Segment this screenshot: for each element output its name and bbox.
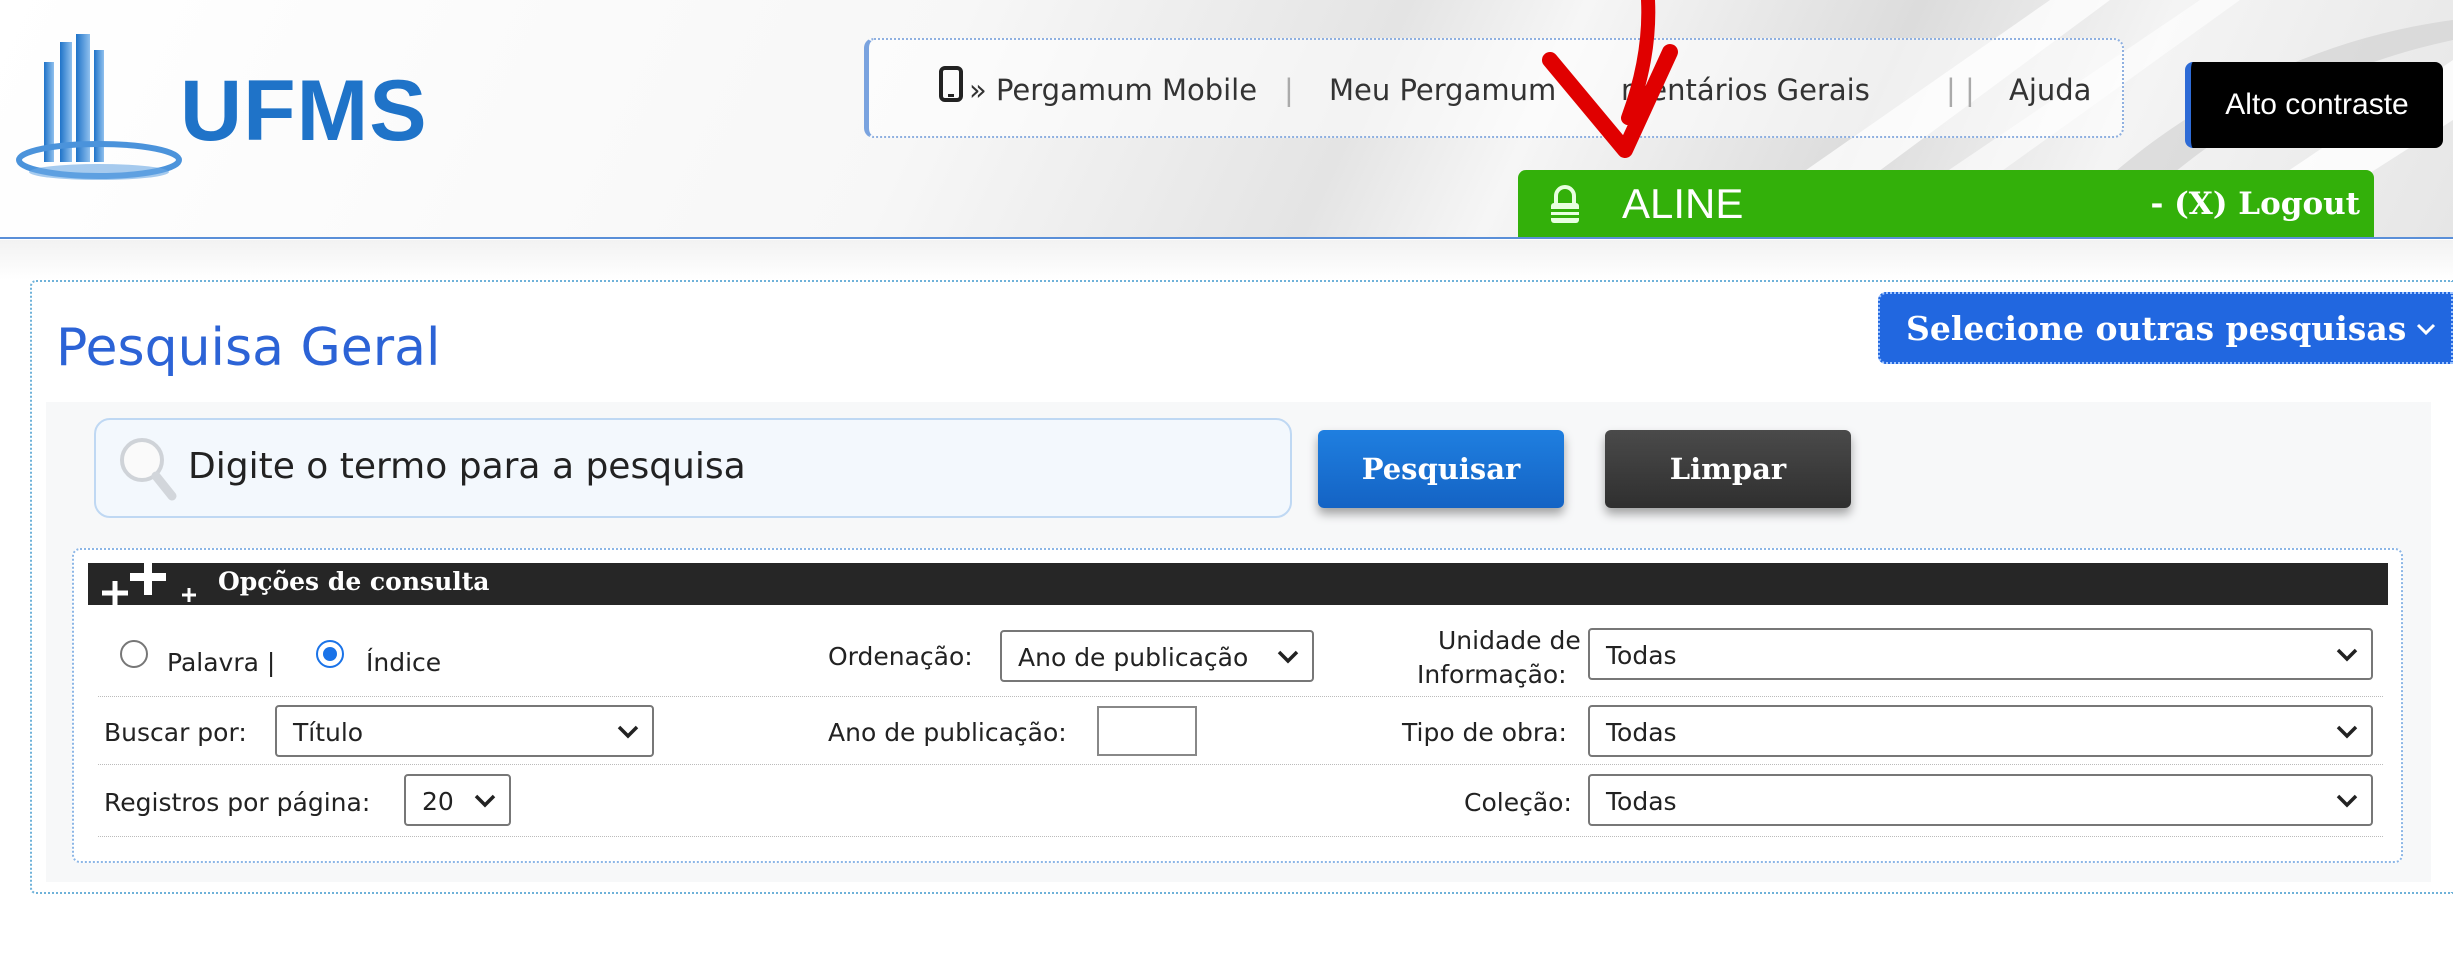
header-shadow [0, 240, 2453, 280]
ordenacao-value: Ano de publicação [1018, 643, 1249, 672]
registros-select[interactable]: 20 [404, 774, 511, 826]
search-placeholder: Digite o termo para a pesquisa [188, 446, 746, 487]
row-divider [98, 764, 2383, 765]
ordenacao-select[interactable]: Ano de publicação [1000, 630, 1314, 682]
chevron-down-icon [1277, 650, 1299, 664]
row-divider [98, 836, 2383, 837]
page-title: Pesquisa Geral [50, 318, 447, 378]
registros-value: 20 [422, 787, 454, 816]
user-session-bar: ALINE - (X) Logout [1518, 170, 2374, 237]
nav-separator: | [1284, 73, 1294, 107]
nav-ajuda[interactable]: Ajuda [2009, 73, 2091, 107]
unidade-label-line1: Unidade de [1438, 626, 1581, 655]
tipo-obra-label: Tipo de obra: [1402, 718, 1567, 747]
query-options-header[interactable]: Opções de consulta [88, 563, 2388, 605]
other-searches-label: Selecione outras pesquisas [1906, 308, 2407, 348]
ano-publicacao-input[interactable] [1097, 706, 1197, 756]
unidade-value: Todas [1606, 641, 1677, 670]
colecao-label: Coleção: [1464, 788, 1572, 817]
chevron-down-icon [617, 725, 639, 739]
tipo-obra-select[interactable]: Todas [1588, 705, 2373, 757]
site-header: UFMS » Pergamum Mobile | Meu Pergamum me… [0, 0, 2453, 239]
search-input[interactable]: Digite o termo para a pesquisa [94, 418, 1292, 518]
ano-publicacao-label: Ano de publicação: [828, 718, 1067, 747]
nav-separator-double: | | [1946, 73, 1975, 107]
radio-palavra-label: Palavra | [167, 648, 276, 677]
mobile-phone-icon [939, 66, 963, 102]
colecao-value: Todas [1606, 787, 1677, 816]
high-contrast-button[interactable]: Alto contraste [2185, 62, 2443, 148]
radio-indice[interactable] [316, 640, 344, 668]
other-searches-dropdown[interactable]: Selecione outras pesquisas [1878, 292, 2453, 364]
row-divider [98, 696, 2383, 697]
colecao-select[interactable]: Todas [1588, 774, 2373, 826]
expand-plus-icon [102, 563, 196, 605]
chevron-down-icon [2336, 725, 2358, 739]
ufms-building-icon [16, 34, 182, 180]
buscar-por-select[interactable]: Título [275, 705, 654, 757]
chevron-down-icon [474, 794, 496, 808]
search-icon [120, 438, 177, 501]
red-arrow-annotation-icon [1542, 0, 1678, 158]
unidade-label-line2: Informação: [1417, 660, 1567, 689]
chevron-down-icon [2336, 794, 2358, 808]
clear-button[interactable]: Limpar [1605, 430, 1851, 508]
logo-text: UFMS [180, 63, 428, 159]
chevron-down-icon [2336, 648, 2358, 662]
top-navigation: » Pergamum Mobile | Meu Pergamum mentári… [864, 38, 2124, 138]
ordenacao-label: Ordenação: [828, 642, 973, 671]
buscar-por-label: Buscar por: [104, 718, 247, 747]
chevron-down-icon [2416, 323, 2436, 336]
registros-label: Registros por página: [104, 788, 371, 817]
logged-user-name: ALINE [1622, 180, 1744, 227]
buscar-por-value: Título [293, 718, 364, 747]
tipo-obra-value: Todas [1606, 718, 1677, 747]
logout-link[interactable]: - (X) Logout [2150, 186, 2360, 222]
unidade-select[interactable]: Todas [1588, 628, 2373, 680]
radio-palavra[interactable] [120, 640, 148, 668]
nav-pergamum-mobile[interactable]: » Pergamum Mobile [969, 73, 1257, 107]
nav-meu-pergamum[interactable]: Meu Pergamum [1329, 73, 1556, 107]
query-options-title: Opções de consulta [218, 567, 490, 596]
radio-indice-label: Índice [366, 648, 442, 677]
search-button[interactable]: Pesquisar [1318, 430, 1564, 508]
lock-icon [1551, 185, 1579, 223]
